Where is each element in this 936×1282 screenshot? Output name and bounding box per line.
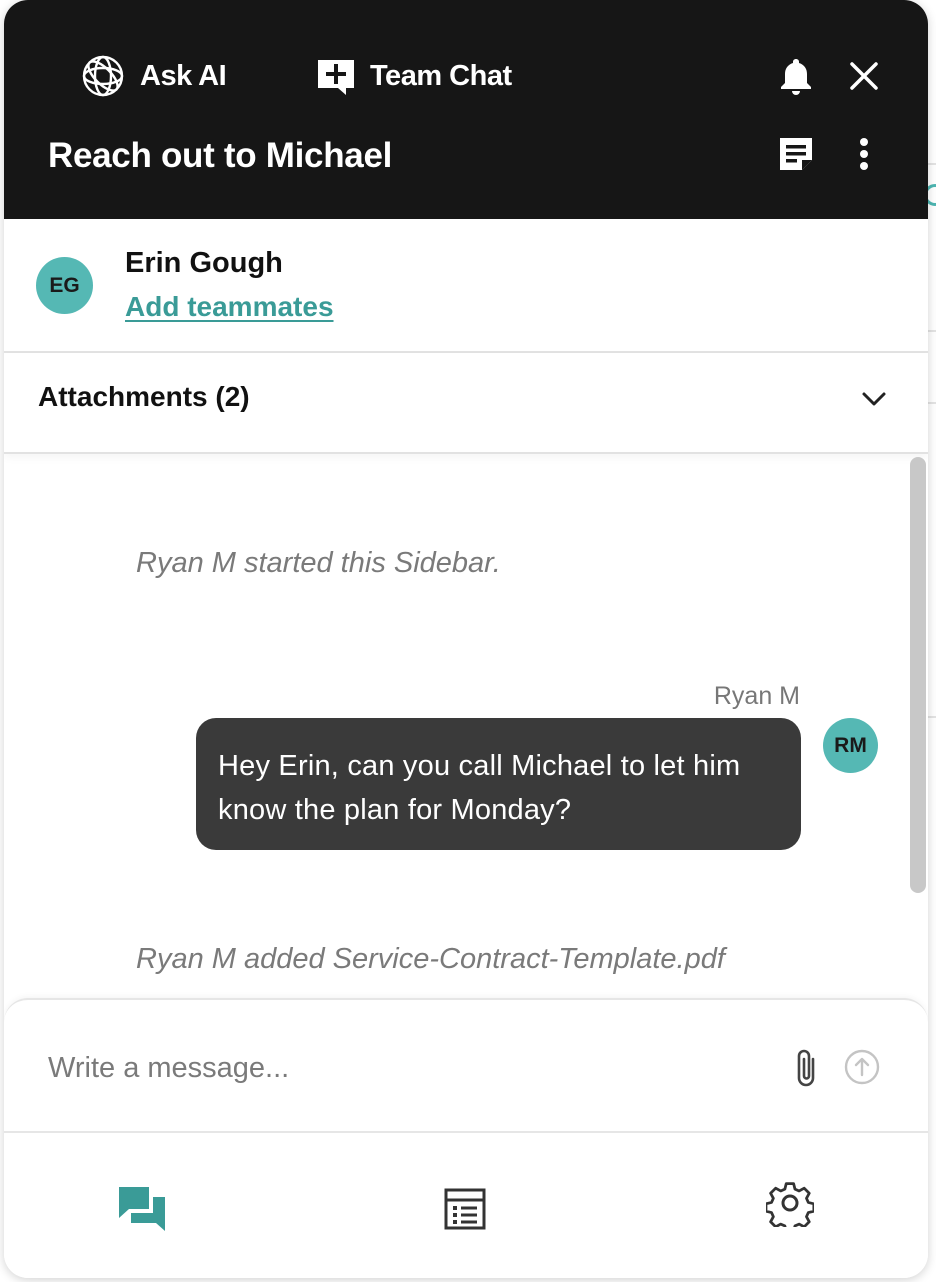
new-chat-icon <box>316 56 356 96</box>
close-icon[interactable] <box>844 56 884 96</box>
team-chat-label: Team Chat <box>370 59 512 92</box>
ask-ai-tab[interactable]: Ask AI <box>80 52 227 100</box>
message-sender: Ryan M <box>713 682 800 710</box>
background-divider <box>928 163 936 165</box>
chat-icon[interactable] <box>114 1181 170 1237</box>
members-section: EG Erin Gough Add teammates <box>4 219 928 353</box>
ask-ai-label: Ask AI <box>140 59 227 92</box>
bottom-navigation <box>4 1133 928 1278</box>
more-vertical-icon[interactable] <box>844 134 884 174</box>
add-teammates-link[interactable]: Add teammates <box>125 291 334 323</box>
panel-header: Ask AI Team Chat Reach out to Michael <box>4 0 928 219</box>
attachments-label: Attachments (2) <box>38 381 250 412</box>
scrollbar-thumb[interactable] <box>910 457 926 893</box>
notes-icon[interactable] <box>776 134 816 174</box>
message-list[interactable]: Ryan M started this Sidebar. Ryan M Hey … <box>4 455 928 1000</box>
message-input[interactable] <box>48 1044 748 1092</box>
background-divider <box>928 402 936 404</box>
sidebar-title: Reach out to Michael <box>48 136 393 175</box>
message-composer <box>4 998 928 1133</box>
chevron-down-icon[interactable] <box>856 381 892 417</box>
settings-icon[interactable] <box>762 1175 818 1231</box>
team-chat-tab[interactable]: Team Chat <box>316 52 512 100</box>
bell-icon[interactable] <box>776 56 816 96</box>
paperclip-icon[interactable] <box>788 1046 824 1090</box>
message-bubble: Hey Erin, can you call Michael to let hi… <box>196 718 801 850</box>
background-divider <box>928 330 936 332</box>
member-name: Erin Gough <box>125 247 283 279</box>
sidebar-chat-panel: Ask AI Team Chat Reach out to Michael EG… <box>4 0 928 1278</box>
avatar: EG <box>36 257 93 314</box>
list-icon[interactable] <box>437 1181 493 1237</box>
avatar: RM <box>823 718 878 773</box>
ask-ai-logo-icon <box>80 53 126 99</box>
system-message: Ryan M started this Sidebar. <box>136 547 501 579</box>
system-message: Ryan M added Service-Contract-Template.p… <box>136 943 725 975</box>
background-divider <box>928 716 936 718</box>
attachments-toggle[interactable]: Attachments (2) <box>4 353 928 454</box>
send-icon[interactable] <box>843 1048 881 1086</box>
